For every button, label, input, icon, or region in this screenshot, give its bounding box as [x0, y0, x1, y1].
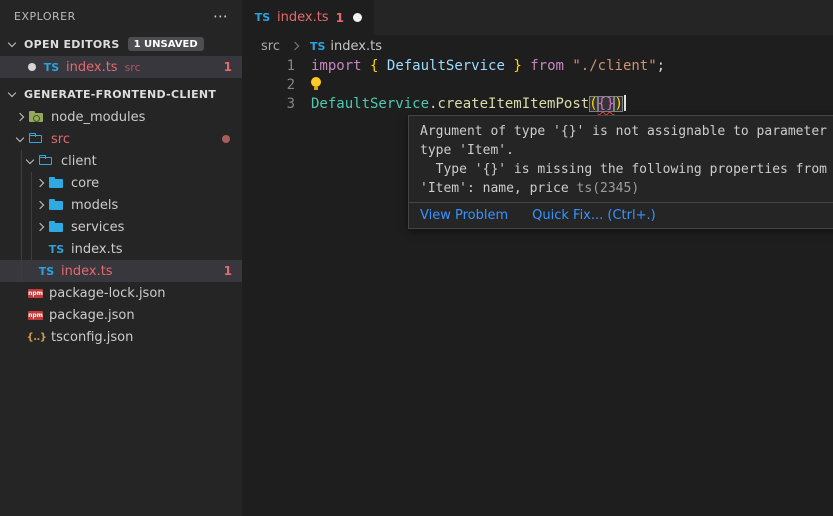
tree-item-label: tsconfig.json	[51, 330, 133, 345]
tree-item-package-lock.json[interactable]: npm package-lock.json	[0, 282, 242, 304]
modified-dot-icon	[222, 135, 230, 143]
tooltip-message-line: Argument of type '{}' is not assignable …	[420, 122, 833, 141]
line-number: 2	[242, 76, 295, 95]
code-area[interactable]: 1 import { DefaultService } from "./clien…	[242, 57, 833, 114]
tree-item-label: services	[71, 220, 124, 235]
dirty-dot-icon[interactable]	[353, 13, 362, 22]
indent-guide	[21, 150, 22, 282]
code-line-content: import { DefaultService } from "./client…	[311, 57, 665, 76]
text-cursor	[624, 95, 626, 111]
chevron-right-icon[interactable]	[32, 202, 48, 208]
breadcrumb-folder[interactable]: src	[261, 39, 280, 54]
error-count-badge: 1	[224, 264, 232, 278]
editor-area: TS index.ts 1 src TS index.ts 1 import { …	[242, 0, 833, 516]
tree-item-package.json[interactable]: npm package.json	[0, 304, 242, 326]
tooltip-message-line: type 'Item'.	[420, 141, 833, 160]
tree-item-label: models	[71, 198, 118, 213]
typescript-file-icon: TS	[254, 10, 271, 26]
chevron-down-icon[interactable]	[4, 92, 20, 96]
error-code: ts(2345)	[577, 181, 640, 196]
tab-error-badge: 1	[336, 11, 344, 25]
vscode-window: { "sidebar": { "title": "EXPLORER", "ope…	[0, 0, 833, 516]
tree-item-label: package.json	[49, 308, 135, 323]
npm-icon: npm	[28, 311, 43, 320]
explorer-sidebar: EXPLORER ⋯ OPEN EDITORS 1 UNSAVED TS ind…	[0, 0, 242, 516]
chevron-down-icon[interactable]	[12, 137, 28, 141]
unsaved-count-badge: 1 UNSAVED	[128, 37, 204, 51]
open-editor-file-label: index.ts	[66, 60, 118, 75]
lightbulb-icon[interactable]	[311, 77, 322, 91]
tree-item-models[interactable]: models	[0, 194, 242, 216]
ts-icon: TS	[48, 241, 65, 257]
breadcrumb-file[interactable]: index.ts	[330, 39, 382, 54]
indent-guide	[31, 172, 32, 260]
open-editors-label: OPEN EDITORS	[24, 38, 120, 51]
open-editor-file-path: src	[125, 61, 141, 74]
tree-item-index.ts[interactable]: TS index.ts	[0, 238, 242, 260]
tab-file-label: index.ts	[277, 10, 329, 25]
open-editor-item-index-ts[interactable]: TS index.ts src 1	[0, 56, 242, 78]
tree-item-client[interactable]: client	[0, 150, 242, 172]
ts-icon: TS	[38, 263, 55, 279]
chevron-right-icon	[287, 43, 303, 49]
tree-item-label: client	[61, 154, 97, 169]
tree-item-node_modules[interactable]: node_modules	[0, 106, 242, 128]
line-number: 1	[242, 57, 295, 76]
more-actions-icon[interactable]: ⋯	[213, 11, 228, 21]
braces-icon: {..}	[28, 329, 45, 345]
tooltip-message-line: Type '{}' is missing the following prope…	[420, 160, 833, 179]
quick-fix-link[interactable]: Quick Fix... (Ctrl+.)	[532, 208, 656, 223]
tree-item-src[interactable]: src	[0, 128, 242, 150]
code-line-3[interactable]: 3 DefaultService.createItemItemPost({})	[242, 95, 833, 114]
npm-icon: npm	[28, 289, 43, 298]
code-line-1[interactable]: 1 import { DefaultService } from "./clien…	[242, 57, 833, 76]
chevron-right-icon[interactable]	[12, 114, 28, 120]
tab-bar: TS index.ts 1	[242, 0, 833, 35]
folder-icon	[48, 175, 65, 191]
error-count-badge: 1	[224, 60, 232, 74]
breadcrumb: src TS index.ts	[242, 35, 833, 57]
folder-icon	[48, 219, 65, 235]
view-problem-link[interactable]: View Problem	[420, 208, 508, 223]
code-line-2[interactable]: 2	[242, 76, 833, 95]
unsaved-dot-icon[interactable]	[28, 63, 36, 71]
error-tooltip: Argument of type '{}' is not assignable …	[408, 115, 833, 229]
tooltip-footer: View Problem Quick Fix... (Ctrl+.)	[409, 202, 833, 228]
chevron-down-icon[interactable]	[4, 42, 20, 46]
tree-item-services[interactable]: services	[0, 216, 242, 238]
tooltip-message: Argument of type '{}' is not assignable …	[409, 116, 833, 202]
tooltip-message-line: 'Item': name, price ts(2345)	[420, 179, 833, 198]
folder-icon	[48, 197, 65, 213]
tree-item-index.ts[interactable]: TS index.ts 1	[0, 260, 242, 282]
folder-node-icon	[28, 109, 45, 125]
chevron-right-icon[interactable]	[32, 180, 48, 186]
code-line-content	[311, 76, 322, 95]
chevron-right-icon[interactable]	[32, 224, 48, 230]
explorer-title: EXPLORER	[14, 10, 76, 23]
tree-item-label: package-lock.json	[49, 286, 166, 301]
sidebar-title-row: EXPLORER ⋯	[0, 0, 242, 32]
workspace-label: GENERATE-FRONTEND-CLIENT	[24, 88, 216, 101]
tree-item-label: index.ts	[61, 264, 113, 279]
folder-open-icon	[28, 131, 45, 147]
folder-open-icon	[38, 153, 55, 169]
code-line-content: DefaultService.createItemItemPost({})	[311, 95, 626, 114]
tab-index-ts[interactable]: TS index.ts 1	[242, 0, 374, 35]
tree-item-label: src	[51, 132, 70, 147]
typescript-file-icon: TS	[43, 59, 60, 75]
chevron-down-icon[interactable]	[22, 159, 38, 163]
workspace-header[interactable]: GENERATE-FRONTEND-CLIENT	[0, 82, 242, 106]
tree-item-label: index.ts	[71, 242, 123, 257]
file-tree: node_modulessrc client core models services T…	[0, 106, 242, 348]
tree-item-label: node_modules	[51, 110, 145, 125]
tree-item-label: core	[71, 176, 99, 191]
typescript-file-icon: TS	[310, 40, 325, 53]
open-editors-header[interactable]: OPEN EDITORS 1 UNSAVED	[0, 32, 242, 56]
tree-item-core[interactable]: core	[0, 172, 242, 194]
tree-item-tsconfig.json[interactable]: {..} tsconfig.json	[0, 326, 242, 348]
line-number: 3	[242, 95, 295, 114]
